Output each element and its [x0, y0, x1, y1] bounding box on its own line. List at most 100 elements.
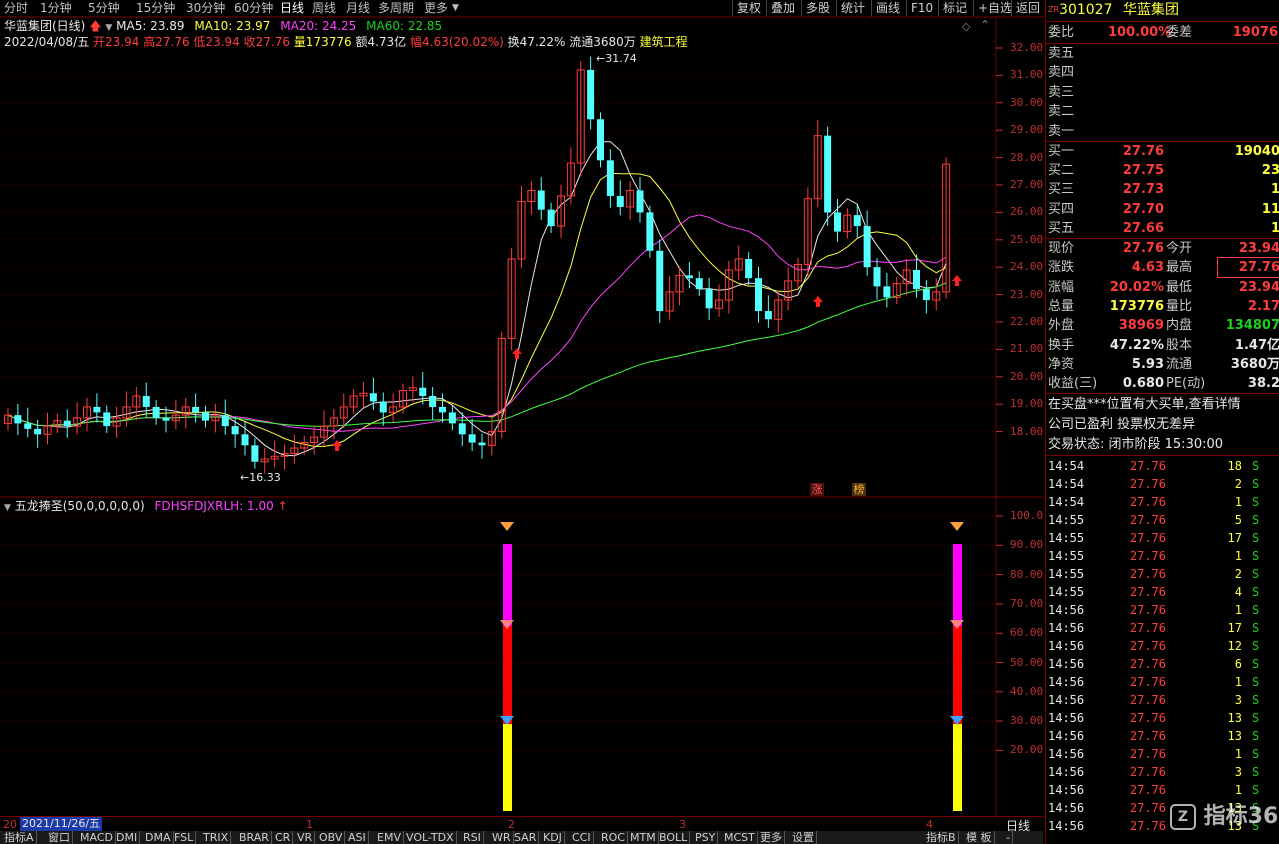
sell-level-row[interactable]: 卖四 — [1048, 63, 1278, 82]
indicator-tab[interactable]: BRAR — [237, 831, 272, 844]
indicator-tab[interactable]: DMA — [143, 831, 174, 844]
kline-chart[interactable] — [0, 0, 1043, 844]
tick-time: 14:56 — [1048, 693, 1085, 707]
indicator-tab[interactable]: CCI — [570, 831, 594, 844]
price-tick-label: 29.00 — [1010, 123, 1044, 137]
indicator-tick-label: 100.0 — [1010, 509, 1044, 522]
candle-body — [705, 289, 713, 309]
tick-side: S — [1252, 531, 1260, 545]
buy-level-row[interactable]: 买五 27.66 1 — [1048, 219, 1279, 238]
tick-row: 14:56 27.76 17 S — [1048, 619, 1278, 637]
ranking-badge[interactable]: 榜 — [852, 483, 866, 496]
month-label: 2 — [508, 818, 515, 831]
tick-price: 27.76 — [1129, 693, 1166, 707]
quote-stat-row: 外盘 38969 内盘 134807 — [1048, 316, 1279, 335]
stat-label: 股本 — [1166, 337, 1193, 353]
candle-body — [745, 258, 753, 279]
indicator-tick-label: 80.00 — [1010, 567, 1044, 581]
arrow-up-icon: ↑ — [277, 499, 288, 513]
indicator-tab[interactable]: VOL-TDX — [404, 831, 457, 844]
indicator-tab[interactable]: ASI — [346, 831, 369, 844]
buy-level-label: 买三 — [1048, 182, 1075, 198]
sell-level-row[interactable]: 卖一 — [1048, 122, 1278, 141]
indicator-tab[interactable]: 指标A — [2, 831, 37, 844]
tick-volume: 1 — [1234, 495, 1242, 509]
tick-time: 14:56 — [1048, 783, 1085, 797]
indicator-tab[interactable]: MACD — [78, 831, 116, 844]
chevron-down-icon[interactable]: ▼ — [4, 503, 11, 513]
buy-level-row[interactable]: 买四 27.70 11 — [1048, 200, 1279, 219]
indicator-tab[interactable]: TRIX — [201, 831, 232, 844]
price-tick-label: 30.00 — [1010, 95, 1044, 109]
indicator-tab-right[interactable]: - — [1004, 831, 1013, 844]
candle-body — [468, 434, 476, 443]
tick-volume: 13 — [1227, 729, 1242, 743]
quote-stat-row: 现价 27.76 今开 23.94 — [1048, 239, 1279, 258]
indicator-tab[interactable]: 更多 — [758, 831, 785, 844]
tick-volume: 1 — [1234, 603, 1242, 617]
stat-label: PE(动) — [1166, 376, 1206, 392]
tick-side: S — [1252, 657, 1260, 671]
stat-label: 最低 — [1166, 279, 1193, 295]
buy-level-row[interactable]: 买一 27.76 19040 — [1048, 142, 1279, 161]
tick-row: 14:54 27.76 2 S — [1048, 475, 1278, 493]
candle-body — [221, 415, 229, 427]
tick-price: 27.76 — [1129, 603, 1166, 617]
tick-time: 14:55 — [1048, 513, 1085, 527]
indicator-tab[interactable]: ROC — [599, 831, 628, 844]
indicator-legend: ▼ 五龙捧圣(50,0,0,0,0,0) FDHSFDJXRLH: 1.00 ↑ — [4, 499, 288, 514]
indicator-tab[interactable]: FSL — [172, 831, 197, 844]
tick-time: 14:56 — [1048, 729, 1085, 743]
indicator-tab[interactable]: MTM — [628, 831, 659, 844]
tick-time: 14:56 — [1048, 621, 1085, 635]
company-notice[interactable]: 公司已盈利 投票权无差异 — [1048, 415, 1278, 434]
indicator-title[interactable]: 五龙捧圣(50,0,0,0,0,0) — [15, 499, 145, 513]
indicator-tab[interactable]: 设置 — [790, 831, 817, 844]
candle-body — [834, 212, 841, 232]
buy-signal-icon — [813, 296, 823, 307]
candle-body — [192, 406, 200, 413]
tick-time: 14:54 — [1048, 459, 1085, 473]
tick-time: 14:56 — [1048, 603, 1085, 617]
sell-level-row[interactable]: 卖三 — [1048, 83, 1278, 102]
price-tick-label: 18.00 — [1010, 424, 1044, 438]
price-tick-label: 26.00 — [1010, 205, 1044, 219]
limit-up-badge[interactable]: 涨 — [810, 483, 824, 496]
indicator-tab[interactable]: SAR — [512, 831, 540, 844]
weibi-label: 委比 — [1048, 25, 1075, 40]
indicator-tab[interactable]: OBV — [317, 831, 346, 844]
stat-value: 3680万 — [1230, 356, 1279, 372]
indicator-tab-right[interactable]: 指标B — [924, 831, 959, 844]
indicator-tab[interactable]: BOLL — [657, 831, 691, 844]
big-order-notice[interactable]: 在买盘***位置有大买单,查看详情 — [1048, 395, 1278, 414]
zr-tag: ZR — [1048, 5, 1060, 14]
stat-label: 总量 — [1048, 298, 1075, 314]
tick-price: 27.76 — [1129, 675, 1166, 689]
indicator-tab[interactable]: MCST — [722, 831, 758, 844]
indicator-tab-right[interactable]: 模 板 — [964, 831, 995, 844]
indicator-tab[interactable]: DMI — [114, 831, 141, 844]
weicha-value: 19076 — [1232, 25, 1278, 40]
indicator-tick-label: 40.00 — [1010, 684, 1044, 698]
indicator-tab[interactable]: PSY — [693, 831, 719, 844]
tick-row: 14:55 27.76 2 S — [1048, 565, 1278, 583]
indicator-tab[interactable]: EMV — [375, 831, 404, 844]
candle-body — [537, 190, 545, 210]
indicator-tab[interactable]: WR — [490, 831, 514, 844]
stat-label: 内盘 — [1166, 318, 1193, 334]
indicator-tab[interactable]: KDJ — [541, 831, 565, 844]
month-label: 4 — [926, 818, 933, 831]
buy-level-row[interactable]: 买二 27.75 23 — [1048, 161, 1279, 180]
tick-row: 14:55 27.76 5 S — [1048, 511, 1278, 529]
indicator-tab[interactable]: CR — [273, 831, 294, 844]
indicator-tab[interactable]: RSI — [461, 831, 484, 844]
buy-level-row[interactable]: 买三 27.73 1 — [1048, 180, 1279, 199]
candle-body — [597, 119, 604, 161]
quote-stat-row: 总量 173776 量比 2.17 — [1048, 297, 1279, 316]
indicator-tab[interactable]: VR — [295, 831, 316, 844]
sell-level-row[interactable]: 卖二 — [1048, 102, 1278, 121]
indicator-tab[interactable]: 窗口 — [46, 831, 73, 844]
stat-value: 173776 — [1109, 298, 1164, 314]
price-tick-label: 23.00 — [1010, 287, 1044, 301]
sell-level-row[interactable]: 卖五 — [1048, 44, 1278, 63]
